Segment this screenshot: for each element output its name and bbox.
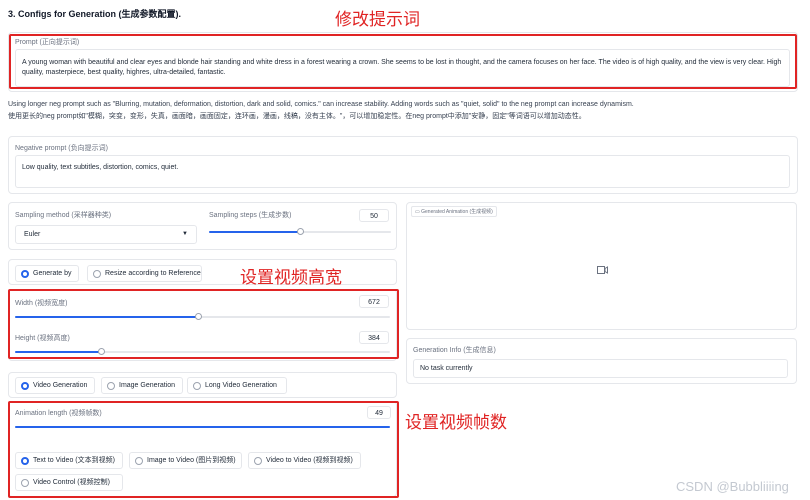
section-title: 3. Configs for Generation (生成参数配置). xyxy=(8,9,182,19)
sampling-panel: Sampling method (采样器种类) Euler ▼ Sampling… xyxy=(8,202,397,250)
video-placeholder-icon xyxy=(597,261,608,274)
generation-info-label: Generation Info (生成信息) xyxy=(413,347,496,354)
radio-label: Long Video Generation xyxy=(205,382,277,389)
radio-label: Generate by xyxy=(33,270,72,277)
annotation-modify-prompt: 修改提示词 xyxy=(335,10,420,30)
generation-info-textbox: No task currently xyxy=(413,359,788,378)
size-highlight-box xyxy=(8,289,399,359)
radio-label: Video Generation xyxy=(33,382,88,389)
radio-image-generation[interactable]: Image Generation xyxy=(101,377,183,394)
radio-resize-reference[interactable]: Resize according to Reference xyxy=(87,265,202,282)
sampling-method-label: Sampling method (采样器种类) xyxy=(15,212,112,219)
annotation-set-size: 设置视频高宽 xyxy=(240,268,342,288)
chevron-down-icon: ▼ xyxy=(182,231,188,237)
watermark: CSDN @Bubbliiiing xyxy=(676,479,789,494)
generation-info-panel: Generation Info (生成信息) No task currently xyxy=(406,338,797,384)
negative-prompt-label: Negative prompt (负向提示词) xyxy=(15,145,108,152)
prompt-highlight-box xyxy=(9,34,797,89)
sampling-steps-label: Sampling steps (生成步数) xyxy=(209,212,292,219)
radio-indicator xyxy=(107,382,115,390)
radio-indicator xyxy=(93,270,101,278)
negative-prompt-textarea[interactable]: Low quality, text subtitles, distortion,… xyxy=(15,155,790,188)
radio-indicator xyxy=(193,382,201,390)
sampling-steps-input[interactable]: 50 xyxy=(359,209,389,222)
sampling-steps-slider-thumb[interactable] xyxy=(296,228,304,235)
radio-generate-by[interactable]: Generate by xyxy=(15,265,79,282)
radio-long-video-generation[interactable]: Long Video Generation xyxy=(187,377,287,394)
generated-animation-tag: ▭ Generated Animation (生成视频) xyxy=(411,206,497,217)
neg-prompt-note-en: Using longer neg prompt such as "Blurrin… xyxy=(8,101,634,108)
sampling-steps-slider[interactable] xyxy=(209,228,391,235)
radio-indicator xyxy=(21,270,29,278)
video-icon: ▭ xyxy=(415,209,420,215)
radio-video-generation[interactable]: Video Generation xyxy=(15,377,95,394)
negative-prompt-panel: Negative prompt (负向提示词) Low quality, tex… xyxy=(8,136,798,194)
neg-prompt-note-zh: 使用更长的neg prompt如"模糊，突变，变形，失真，画面暗，画面固定，连环… xyxy=(8,113,586,120)
frames-highlight-box xyxy=(8,401,399,498)
radio-indicator xyxy=(21,382,29,390)
sampling-steps-slider-fill xyxy=(209,231,300,233)
sampling-method-select[interactable]: Euler ▼ xyxy=(15,225,197,244)
annotation-set-frames: 设置视频帧数 xyxy=(405,413,507,433)
radio-label: Resize according to Reference xyxy=(105,270,201,277)
radio-label: Image Generation xyxy=(119,382,176,389)
generated-animation-label: Generated Animation (生成视频) xyxy=(421,209,493,215)
sampling-method-value: Euler xyxy=(24,231,41,238)
generation-type-panel: Video Generation Image Generation Long V… xyxy=(8,372,397,398)
generated-animation-panel: ▭ Generated Animation (生成视频) xyxy=(406,202,797,330)
